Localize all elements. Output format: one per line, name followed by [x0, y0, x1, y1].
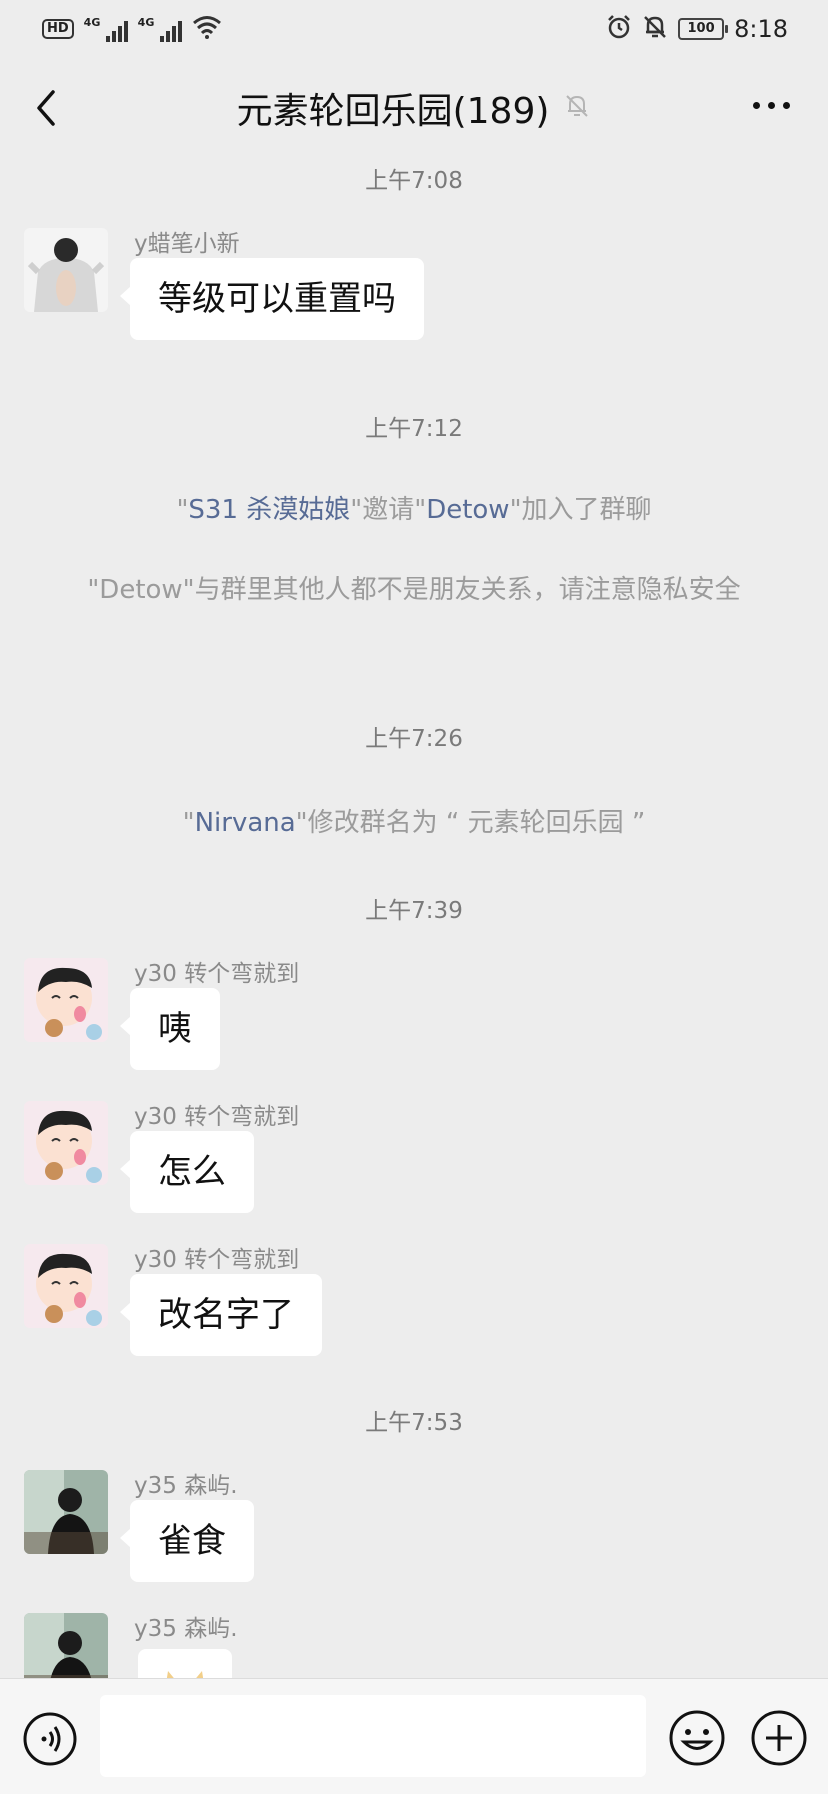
system-text: "邀请" [350, 495, 427, 525]
quote: " [176, 495, 189, 525]
system-message: "Nirvana"修改群名为 “ 元素轮回乐园 ” [60, 805, 768, 842]
timestamp: 上午7:26 [365, 726, 463, 752]
sender-name: y35 森屿. [134, 1473, 238, 1499]
system-text: "加入了群聊 [509, 495, 652, 525]
emoji-icon [669, 1710, 725, 1766]
status-left: HD 4G 4G [42, 15, 222, 43]
sender-name: y30 转个弯就到 [134, 1247, 300, 1273]
cat-sticker-icon [166, 1671, 204, 1678]
hd-badge: HD [42, 19, 74, 39]
timestamp: 上午7:39 [365, 898, 463, 924]
network-type-label: 4G [83, 16, 101, 29]
more-icon-dot [783, 102, 790, 109]
more-button[interactable] [753, 102, 790, 109]
avatar[interactable] [24, 1244, 108, 1328]
bell-muted-icon [642, 14, 668, 44]
sender-name: y30 转个弯就到 [134, 961, 300, 987]
sender-name: y35 森屿. [134, 1616, 238, 1642]
more-icon-dot [768, 102, 775, 109]
chat-area[interactable]: 上午7:08 y蜡笔小新 等级可以重置吗 上午7:12 "S31 杀漠姑娘"邀请… [0, 158, 828, 1678]
status-bar: HD 4G 4G 100 8:18 [0, 0, 828, 58]
sender-name: y30 转个弯就到 [134, 1104, 300, 1130]
avatar[interactable] [24, 228, 108, 312]
privacy-notice: "Detow"与群里其他人都不是朋友关系，请注意隐私安全 [87, 575, 741, 605]
message-bubble[interactable]: 改名字了 [120, 1274, 322, 1356]
more-functions-button[interactable] [750, 1709, 808, 1767]
sticker-message[interactable] [138, 1649, 232, 1678]
system-text: "修改群名为 “ 元素轮回乐园 ” [295, 808, 646, 838]
avatar[interactable] [24, 1470, 108, 1554]
message-bubble[interactable]: 等级可以重置吗 [120, 258, 424, 340]
plus-icon [751, 1710, 807, 1766]
member-name-link[interactable]: S31 杀漠姑娘 [188, 495, 350, 525]
bell-muted-icon [563, 92, 591, 124]
member-name-link[interactable]: Nirvana [195, 808, 296, 838]
signal-icon: 4G [84, 16, 128, 42]
avatar[interactable] [24, 958, 108, 1042]
timestamp: 上午7:08 [365, 168, 463, 194]
quote: " [182, 808, 195, 838]
member-name-link[interactable]: Detow [426, 495, 509, 525]
wifi-icon [192, 15, 222, 43]
clock: 8:18 [734, 15, 788, 43]
message-bubble[interactable]: 怎么 [120, 1131, 254, 1213]
voice-icon [23, 1712, 77, 1766]
timestamp: 上午7:12 [365, 416, 463, 442]
back-icon [37, 90, 55, 126]
input-bar [0, 1678, 828, 1794]
message-bubble[interactable]: 咦 [120, 988, 220, 1070]
chat-header: 元素轮回乐园(189) [0, 58, 828, 158]
message-bubble[interactable]: 雀食 [120, 1500, 254, 1582]
status-right: 100 8:18 [606, 14, 788, 44]
network-type-label: 4G [137, 16, 155, 29]
battery-icon: 100 [678, 18, 729, 40]
voice-button[interactable] [22, 1711, 78, 1767]
emoji-button[interactable] [668, 1709, 726, 1767]
alarm-icon [606, 14, 632, 44]
back-button[interactable] [26, 88, 66, 128]
system-message: "S31 杀漠姑娘"邀请"Detow"加入了群聊 [60, 492, 768, 529]
signal-icon: 4G [138, 16, 182, 42]
avatar[interactable] [24, 1613, 108, 1678]
page-title: 元素轮回乐园(189) [236, 91, 550, 132]
avatar[interactable] [24, 1101, 108, 1185]
sender-name: y蜡笔小新 [134, 231, 240, 257]
message-input[interactable] [100, 1695, 646, 1777]
title-wrap: 元素轮回乐园(189) [237, 82, 592, 134]
more-icon-dot [753, 102, 760, 109]
timestamp: 上午7:53 [365, 1410, 463, 1436]
